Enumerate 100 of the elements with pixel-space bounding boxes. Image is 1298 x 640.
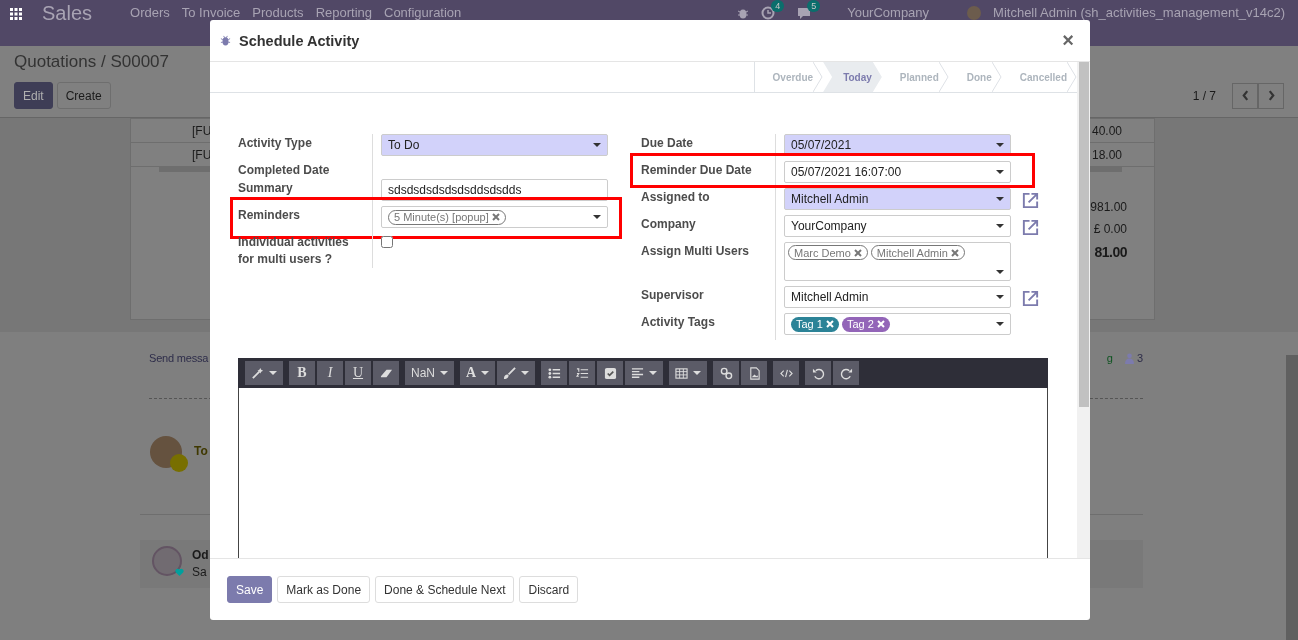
action-button[interactable]: Edit: [14, 82, 53, 109]
caret-icon: [996, 322, 1004, 326]
user-name[interactable]: Mitchell Admin (sh_activities_management_v14c2): [993, 5, 1285, 20]
external-link-icon[interactable]: [1021, 289, 1040, 308]
menu-item[interactable]: Configuration: [384, 5, 462, 20]
highlight-color-button[interactable]: [497, 361, 536, 385]
company-name[interactable]: YourCompany: [847, 5, 930, 20]
scrollbar[interactable]: [1077, 62, 1090, 558]
magic-wand-icon: [251, 366, 264, 380]
undo-button[interactable]: [805, 361, 832, 385]
tags-field[interactable]: 5 Minute(s) [popup]: [381, 206, 608, 228]
font-size-button[interactable]: NaN: [405, 361, 454, 385]
checklist-button[interactable]: [597, 361, 624, 385]
link-button[interactable]: [713, 361, 740, 385]
previous-button[interactable]: [1232, 82, 1258, 109]
message-body: Sa: [192, 565, 208, 579]
caret-icon: [593, 215, 601, 219]
message-author: Od: [192, 548, 209, 562]
menu-item[interactable]: To Invoice: [181, 5, 241, 20]
menu-item[interactable]: Reporting: [315, 5, 372, 20]
style-button[interactable]: [245, 361, 283, 385]
total-amount: £ 0.00: [1093, 222, 1127, 236]
bug-icon: [220, 35, 231, 46]
external-link-icon[interactable]: [1021, 191, 1040, 210]
field-label: Assign Multi Users: [641, 244, 750, 258]
select-field[interactable]: 05/07/2021: [784, 134, 1011, 156]
menu-item[interactable]: Products: [252, 5, 304, 20]
image-button[interactable]: [741, 361, 768, 385]
table-cell: [FU: [192, 147, 212, 162]
select-field[interactable]: To Do: [381, 134, 608, 156]
field-label: Individual activities for multi users ?: [238, 235, 349, 266]
caret-icon: [521, 371, 530, 375]
app-name[interactable]: Sales: [42, 2, 93, 25]
dialog-button[interactable]: Done & Schedule Next: [375, 576, 515, 603]
remove-icon[interactable]: [950, 248, 959, 257]
count-badge: 5: [807, 0, 821, 12]
caret-icon: [996, 224, 1004, 228]
field-label: Assigned to: [641, 190, 710, 204]
select-field[interactable]: 05/07/2021 16:07:00: [784, 161, 1011, 183]
font-color-button[interactable]: A: [460, 361, 496, 385]
total-amount: 81.00: [1094, 244, 1127, 260]
redo-button[interactable]: [833, 361, 860, 385]
menu-item[interactable]: Orders: [130, 5, 170, 20]
text-field[interactable]: sdsdsdsdsdsdsddsdsdds: [381, 179, 608, 201]
tag: Tag 2: [841, 316, 890, 332]
external-link-icon[interactable]: [1021, 218, 1040, 237]
tag: Tag 1: [791, 316, 839, 332]
followers-count[interactable]: 3: [1136, 352, 1143, 364]
table-icon: [675, 366, 689, 380]
close-button[interactable]: ×: [1058, 29, 1078, 52]
clear-format-button[interactable]: [373, 361, 399, 385]
chevron-right-icon: [1267, 90, 1275, 101]
tags-field[interactable]: Marc Demo Mitchell Admin: [784, 242, 1011, 281]
total-amount: 981.00: [1090, 200, 1127, 214]
dialog-button[interactable]: Mark as Done: [277, 576, 371, 603]
caret-icon: [996, 270, 1004, 274]
underline-button[interactable]: U: [345, 361, 371, 385]
activity-badge-icon: [170, 454, 188, 472]
send-message-link[interactable]: Send messa: [149, 352, 209, 364]
brush-icon: [503, 366, 517, 380]
action-button[interactable]: Create: [56, 82, 111, 109]
field-label: Reminder Due Date: [641, 163, 752, 177]
numbered-list-button[interactable]: [569, 361, 596, 385]
dialog-button[interactable]: Discard: [519, 576, 579, 603]
stage-tab[interactable]: Today: [823, 62, 882, 92]
code-view-button[interactable]: [773, 361, 800, 385]
field-label: Activity Tags: [641, 315, 715, 329]
field-label: Supervisor: [641, 288, 704, 302]
align-left-icon: [631, 366, 645, 380]
table-button[interactable]: [669, 361, 708, 385]
redo-icon: [839, 366, 853, 380]
remove-icon[interactable]: [853, 248, 862, 257]
caret-icon: [269, 371, 277, 375]
select-field[interactable]: YourCompany: [784, 215, 1011, 237]
dialog-title: Schedule Activity: [239, 32, 360, 49]
italic-button[interactable]: I: [317, 361, 343, 385]
bold-button[interactable]: B: [289, 361, 315, 385]
caret-icon: [593, 143, 601, 147]
dialog-button[interactable]: Save: [227, 576, 273, 603]
select-field[interactable]: Mitchell Admin: [784, 188, 1011, 210]
link-icon: [719, 366, 733, 380]
checkbox[interactable]: [381, 236, 393, 248]
undo-icon: [811, 366, 825, 380]
caret-icon: [996, 295, 1004, 299]
select-field[interactable]: Mitchell Admin: [784, 286, 1011, 308]
table-cell: 40.00: [1091, 123, 1122, 138]
apps-menu-icon[interactable]: [10, 8, 22, 20]
bullet-list-button[interactable]: [541, 361, 568, 385]
chat-icon[interactable]: [797, 5, 812, 20]
next-button[interactable]: [1258, 82, 1284, 109]
remove-icon[interactable]: [491, 213, 500, 221]
field-label: Reminders: [238, 208, 301, 222]
caret-icon: [996, 143, 1004, 147]
caret-icon: [996, 197, 1004, 201]
paragraph-button[interactable]: [625, 361, 664, 385]
field-label: Company: [641, 217, 696, 231]
activity-icon[interactable]: [761, 5, 776, 20]
count-badge: 4: [771, 0, 785, 12]
scrollbar[interactable]: [1286, 355, 1298, 640]
caret-icon: [481, 371, 490, 375]
